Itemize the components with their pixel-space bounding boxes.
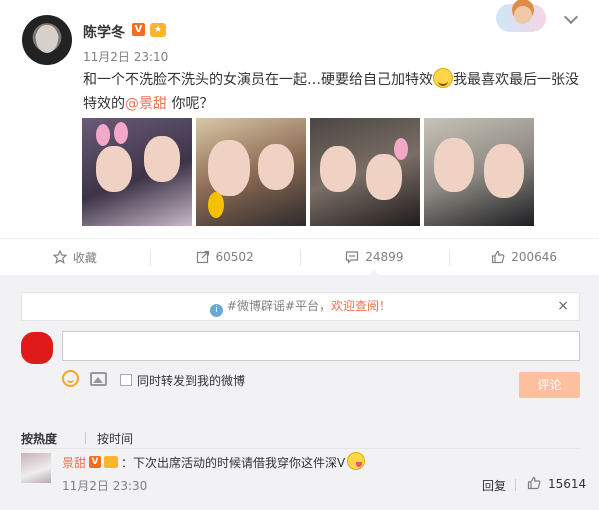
comment-like-count: 15614 xyxy=(548,477,587,491)
smile-emoji-icon xyxy=(433,68,453,88)
forward-button[interactable]: 60502 xyxy=(149,239,300,275)
mention-link[interactable]: @景甜 xyxy=(125,96,167,112)
submit-comment-button[interactable]: 评论 xyxy=(519,372,580,398)
tongue-emoji-icon xyxy=(347,452,365,470)
author-name[interactable]: 陈学冬 xyxy=(83,22,125,42)
forward-checkbox-label[interactable]: 同时转发到我的微博 xyxy=(137,372,245,389)
sticker xyxy=(208,192,224,218)
author-avatar[interactable] xyxy=(22,15,72,65)
my-avatar xyxy=(21,332,53,364)
divider xyxy=(515,479,516,491)
comment-icon xyxy=(346,251,359,264)
face xyxy=(320,146,356,192)
post-text: 和一个不洗脸不洗头的女演员在一起…硬要给自己加特效 我最喜欢最后一张没特效的@景甜… xyxy=(83,68,583,116)
comment-button[interactable]: 24899 xyxy=(299,239,450,276)
like-icon[interactable] xyxy=(527,476,541,490)
vip-crown-icon xyxy=(104,456,118,468)
favorite-label: 收藏 xyxy=(72,250,97,265)
rumor-notice-banner: i #微博辟谣#平台，欢迎查阅！ × xyxy=(21,292,580,321)
comment-count: 24899 xyxy=(365,250,404,264)
star-icon xyxy=(52,250,67,264)
verified-badge-icon: V xyxy=(89,456,101,468)
photo-thumbnail[interactable] xyxy=(310,118,420,226)
sort-by-time[interactable]: 按时间 xyxy=(97,430,133,447)
close-icon[interactable]: × xyxy=(557,293,569,320)
face xyxy=(366,154,402,200)
chevron-down-icon[interactable] xyxy=(563,9,579,25)
photo-thumbnail[interactable] xyxy=(424,118,534,226)
face xyxy=(96,146,132,192)
photo-thumbnail[interactable] xyxy=(196,118,306,226)
comment-section: i #微博辟谣#平台，欢迎查阅！ × 同时转发到我的微博 评论 按热度 按时间 景… xyxy=(0,276,599,510)
action-bar: 收藏 60502 24899 200646 xyxy=(0,238,599,276)
forward-icon xyxy=(196,250,209,264)
photo-grid xyxy=(82,118,534,226)
bunny-ear xyxy=(96,124,110,146)
like-count: 200646 xyxy=(511,250,558,264)
forward-checkbox[interactable] xyxy=(120,374,132,386)
card-decoration-icon xyxy=(496,4,546,32)
comment-text: ：下次出席活动的时候请借我穿你这件深V xyxy=(121,456,346,470)
face xyxy=(484,144,524,198)
sort-by-hot[interactable]: 按热度 xyxy=(21,430,57,447)
notice-link[interactable]: 欢迎查阅！ xyxy=(331,299,391,313)
comment-sort-bar: 按热度 按时间 xyxy=(21,427,580,449)
photo-thumbnail[interactable] xyxy=(82,118,192,226)
post-text-part: 你呢？ xyxy=(167,96,214,112)
comment-time: 11月2日 23:30 xyxy=(62,479,148,493)
divider xyxy=(85,432,86,444)
verified-badge-icon: V xyxy=(132,23,145,36)
commenter-avatar[interactable] xyxy=(21,453,51,483)
emoji-picker-icon[interactable] xyxy=(62,370,79,387)
forward-count: 60502 xyxy=(215,250,254,264)
post-time[interactable]: 11月2日 23:10 xyxy=(83,48,168,65)
face xyxy=(208,140,250,196)
face xyxy=(258,144,294,190)
image-upload-icon[interactable] xyxy=(90,372,107,386)
notice-text[interactable]: #微博辟谣#平台， xyxy=(227,299,331,313)
like-button[interactable]: 200646 xyxy=(449,239,599,275)
comment-input[interactable] xyxy=(62,331,580,361)
cat-ear xyxy=(394,138,408,160)
info-icon: i xyxy=(209,304,223,317)
like-icon xyxy=(492,250,505,264)
commenter-name[interactable]: 景甜 xyxy=(62,454,86,471)
post-text-part: 和一个不洗脸不洗头的女演员在一起…硬要给自己加特效 xyxy=(83,72,433,88)
weibo-post: 陈学冬 V ★ 11月2日 23:10 和一个不洗脸不洗头的女演员在一起…硬要给… xyxy=(0,0,599,238)
reply-button[interactable]: 回复 xyxy=(482,477,506,494)
bunny-ear xyxy=(114,122,128,144)
favorite-button[interactable]: 收藏 xyxy=(0,239,150,275)
vip-crown-icon: ★ xyxy=(150,23,166,37)
face xyxy=(434,138,474,192)
face xyxy=(144,136,180,182)
